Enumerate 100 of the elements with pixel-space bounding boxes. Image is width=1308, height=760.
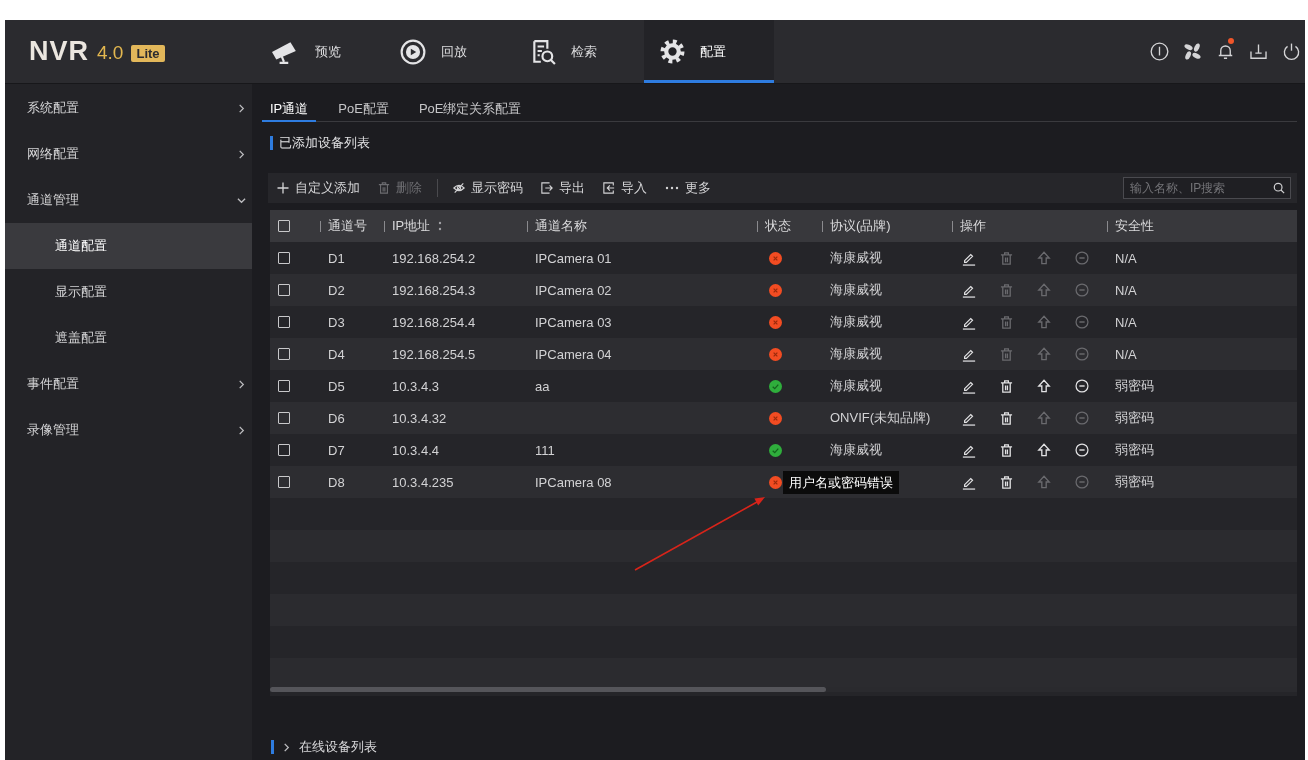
checkbox[interactable] bbox=[278, 380, 290, 392]
more-button[interactable]: 更多 bbox=[656, 176, 720, 200]
export-button[interactable]: 导出 bbox=[532, 176, 594, 200]
sidebar-item[interactable]: 系统配置 bbox=[5, 85, 252, 131]
table-cell-text: 海康威视 bbox=[829, 377, 883, 395]
section-title: 已添加设备列表 bbox=[279, 134, 370, 152]
table-cell-text: ONVIF(未知品牌) bbox=[829, 409, 932, 427]
sidebar-item[interactable]: 网络配置 bbox=[5, 131, 252, 177]
table-cell-text: 海康威视 bbox=[829, 313, 883, 331]
table-cell-text: 192.168.254.4 bbox=[391, 314, 477, 330]
table-cell-text: IPCamera 04 bbox=[534, 346, 613, 362]
checkbox[interactable] bbox=[278, 284, 290, 296]
sidebar-item[interactable]: 事件配置 bbox=[5, 361, 252, 407]
logo-text: NVR bbox=[29, 36, 89, 67]
column-header: 通道号 bbox=[328, 217, 367, 235]
plus-icon bbox=[277, 182, 289, 194]
column-header: 操作 bbox=[960, 217, 986, 235]
table-cell-text: 192.168.254.3 bbox=[391, 282, 477, 298]
tray-icon[interactable] bbox=[1249, 42, 1268, 61]
sidebar-item[interactable]: 通道管理 bbox=[5, 177, 252, 223]
table-cell-text: 10.3.4.4 bbox=[391, 442, 440, 458]
accent-bar-icon bbox=[271, 740, 274, 754]
table-cell-text: D6 bbox=[327, 410, 346, 426]
checkbox[interactable] bbox=[278, 444, 290, 456]
play-icon bbox=[400, 38, 426, 65]
table-cell-text: 海康威视 bbox=[829, 281, 883, 299]
search-icon[interactable] bbox=[1273, 182, 1285, 194]
nav-tab[interactable]: 检索 bbox=[514, 20, 644, 83]
bell-icon[interactable] bbox=[1216, 42, 1235, 61]
table-cell-text: 111 bbox=[534, 442, 556, 458]
sidebar-item[interactable]: 遮盖配置 bbox=[5, 315, 252, 361]
nav-tab[interactable]: 配置 bbox=[644, 20, 774, 83]
table-cell-text: aa bbox=[534, 378, 551, 394]
scrollbar-thumb[interactable] bbox=[270, 687, 826, 692]
power-icon[interactable] bbox=[1282, 42, 1301, 61]
import-button[interactable]: 导入 bbox=[594, 176, 656, 200]
checkbox[interactable] bbox=[278, 348, 290, 360]
info-icon[interactable] bbox=[1150, 42, 1169, 61]
search-field[interactable]: 输入名称、IP搜索 bbox=[1123, 177, 1291, 199]
table-cell-text: D1 bbox=[327, 250, 346, 266]
document-search-icon bbox=[530, 38, 556, 65]
import-icon bbox=[603, 182, 615, 194]
column-header: 协议(品牌) bbox=[830, 217, 891, 235]
eye-off-icon bbox=[453, 182, 465, 194]
table-cell-text: IPCamera 02 bbox=[534, 282, 613, 298]
table-cell-text: 192.168.254.2 bbox=[391, 250, 477, 266]
table-cell-text: 192.168.254.5 bbox=[391, 346, 477, 362]
table-cell-text: D4 bbox=[327, 346, 346, 362]
more-icon bbox=[665, 186, 679, 190]
tab[interactable]: IP通道 bbox=[262, 97, 317, 122]
scrollbar-track[interactable] bbox=[270, 687, 1297, 692]
edition-badge: Lite bbox=[131, 45, 165, 62]
table-cell-text: D7 bbox=[327, 442, 346, 458]
tooltip: 用户名或密码错误 bbox=[783, 471, 899, 494]
sidebar-item[interactable]: 录像管理 bbox=[5, 407, 252, 453]
checkbox[interactable] bbox=[278, 252, 290, 264]
table-cell-text: 弱密码 bbox=[1114, 377, 1155, 395]
nav-tab[interactable]: 预览 bbox=[254, 20, 384, 83]
table-cell-text: D3 bbox=[327, 314, 346, 330]
fan-icon[interactable] bbox=[1183, 42, 1202, 61]
table-cell-text: IPCamera 08 bbox=[534, 474, 613, 490]
add-button[interactable]: 自定义添加 bbox=[268, 176, 369, 200]
column-header: 通道名称 bbox=[535, 217, 587, 235]
table-cell-text: IPCamera 01 bbox=[534, 250, 613, 266]
table-cell-text: 弱密码 bbox=[1114, 441, 1155, 459]
table-cell-text: 10.3.4.3 bbox=[391, 378, 440, 394]
table-cell-text: 弱密码 bbox=[1114, 409, 1155, 427]
table-cell-text: N/A bbox=[1114, 314, 1138, 330]
version-label: 4.0 bbox=[97, 42, 124, 64]
table-cell-text: 海康威视 bbox=[829, 441, 883, 459]
table-cell-text: N/A bbox=[1114, 282, 1138, 298]
table-cell-text: 海康威视 bbox=[829, 345, 883, 363]
show-password-button[interactable]: 显示密码 bbox=[444, 176, 532, 200]
checkbox[interactable] bbox=[278, 476, 290, 488]
column-header: 安全性 bbox=[1115, 217, 1154, 235]
sidebar-item[interactable]: 通道配置 bbox=[5, 223, 252, 269]
export-icon bbox=[541, 182, 553, 194]
tab[interactable]: PoE绑定关系配置 bbox=[410, 97, 530, 122]
tab[interactable]: PoE配置 bbox=[330, 97, 397, 122]
nav-tab[interactable]: 回放 bbox=[384, 20, 514, 83]
checkbox[interactable] bbox=[278, 220, 290, 232]
sort-icon[interactable] bbox=[438, 221, 443, 231]
sidebar-item[interactable]: 显示配置 bbox=[5, 269, 252, 315]
table-cell-text: 弱密码 bbox=[1114, 473, 1155, 491]
table-cell-text: D8 bbox=[327, 474, 346, 490]
accent-bar-icon bbox=[270, 136, 273, 150]
table-cell-text: N/A bbox=[1114, 346, 1138, 362]
settings-icon bbox=[660, 39, 685, 64]
column-header: 状态 bbox=[765, 217, 791, 235]
table-cell-text: D5 bbox=[327, 378, 346, 394]
checkbox[interactable] bbox=[278, 412, 290, 424]
table-cell-text: D2 bbox=[327, 282, 346, 298]
checkbox[interactable] bbox=[278, 316, 290, 328]
table-cell-text: 海康威视 bbox=[829, 249, 883, 267]
section-toggle[interactable]: 在线设备列表 bbox=[282, 738, 377, 756]
column-header: IP地址 bbox=[392, 217, 431, 235]
table-cell-text: 10.3.4.32 bbox=[391, 410, 448, 426]
trash-icon bbox=[378, 182, 390, 194]
table-cell-text: IPCamera 03 bbox=[534, 314, 613, 330]
table-cell-text: 10.3.4.235 bbox=[391, 474, 455, 490]
